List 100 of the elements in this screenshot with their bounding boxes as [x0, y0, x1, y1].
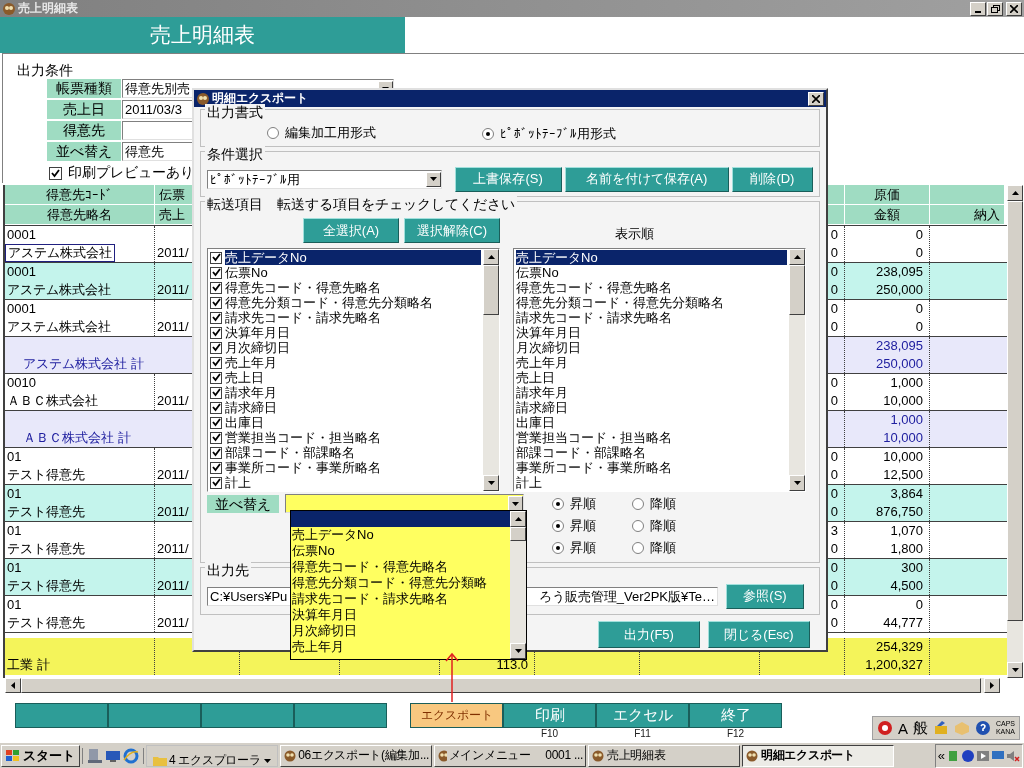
table-cell-text: 01: [6, 485, 23, 503]
table-cell-text: テスト得意先: [6, 577, 86, 595]
table-cell-text: 1,070: [889, 522, 924, 540]
table-cell-text: 300: [900, 559, 924, 577]
radio-label: 降順: [650, 494, 676, 513]
table-cell-text: 01: [6, 448, 23, 466]
table-cell-text: 0: [829, 263, 839, 281]
table-cell-text: 0: [829, 244, 839, 262]
table-cell-text: 0: [914, 300, 924, 318]
table-cell-text: 0001: [6, 263, 37, 281]
section-heading: 出力条件: [17, 62, 74, 78]
table-cell-text: 01: [6, 522, 23, 540]
group-title: 条件選択: [205, 146, 265, 162]
table-cell-text: 4,500: [889, 577, 924, 595]
table-cell-text: 1,000: [889, 411, 924, 429]
table-cell-text: 10,000: [882, 392, 924, 410]
table-cell-text: 2011/: [156, 318, 190, 336]
table-cell-text: 0: [829, 540, 839, 558]
table-cell-text: 0: [829, 466, 839, 484]
table-cell-text: 0: [914, 226, 924, 244]
radio-label: 昇順: [570, 517, 596, 535]
table-cell-text: 0: [829, 448, 839, 466]
table-cell-text: 0001: [6, 300, 37, 318]
table-cell-text: 2011/: [156, 244, 190, 262]
table-cell-text: 0: [829, 485, 839, 503]
table-cell-text: 12,500: [882, 466, 924, 484]
table-cell-text: 238,095: [875, 337, 924, 355]
table-cell-text: 10,000: [882, 429, 924, 447]
table-cell-text: アステム株式会社 計: [22, 355, 145, 373]
table-cell-text: 工業 計: [6, 656, 51, 674]
table-cell-text: 0: [829, 392, 839, 410]
checkbox-label: 印刷プレビューあり: [68, 164, 194, 182]
table-cell-text: 0: [829, 503, 839, 521]
key-label: F11: [634, 728, 651, 739]
table-cell-text: 0: [829, 596, 839, 614]
table-cell-text: 113.0: [495, 656, 529, 674]
radio-label: 編集加工用形式: [285, 124, 376, 142]
table-cell-text: 2011/: [156, 540, 190, 558]
table-cell-text: アステム株式会社: [6, 281, 112, 299]
table-cell-text: 254,329: [875, 638, 924, 656]
table-cell-text: 250,000: [875, 355, 924, 373]
dialog-title: 明細エクスポート: [212, 90, 308, 105]
table-cell-text: 250,000: [875, 281, 924, 299]
key-label: F12: [726, 728, 745, 739]
column-header: 得意先略名: [5, 205, 154, 225]
field-label: 並べ替え: [207, 494, 279, 513]
table-cell-text: 0: [914, 596, 924, 614]
table-cell-text: テスト得意先: [6, 540, 86, 558]
window-title: 売上明細表: [18, 0, 78, 17]
table-cell-text: 01: [6, 596, 23, 614]
table-cell-text: 238,095: [875, 263, 924, 281]
table-cell-text: 2011/: [156, 503, 190, 521]
table-cell-text: 3,864: [889, 485, 924, 503]
table-cell-text: 3: [829, 522, 839, 540]
column-header: 原価: [845, 185, 929, 205]
table-cell-text: アステム株式会社: [6, 318, 112, 336]
table-cell-text: 0: [829, 300, 839, 318]
column-header: 金額: [845, 205, 929, 225]
table-cell-text: テスト得意先: [6, 466, 86, 484]
table-cell-text: 876,750: [875, 503, 924, 521]
table-cell-text: 44,777: [882, 614, 924, 632]
table-cell-text: 0: [829, 614, 839, 632]
column-header: 得意先ｺｰﾄﾞ: [5, 185, 154, 205]
table-cell-text: ＡＢＣ株式会社 計: [22, 429, 132, 447]
table-cell-text: 0: [829, 559, 839, 577]
group-title: 出力先: [205, 562, 251, 578]
table-cell-text: 1,800: [889, 540, 924, 558]
table-cell-text: 2011/: [156, 281, 190, 299]
table-cell-text: 2011/: [156, 614, 190, 632]
table-cell-text: 0: [829, 577, 839, 595]
radio-label: 昇順: [570, 495, 596, 513]
table-cell-text: 0: [829, 374, 839, 392]
table-cell-text: 0: [829, 281, 839, 299]
table-cell-text: 10,000: [882, 448, 924, 466]
field-label: 売上日: [47, 100, 121, 119]
table-cell-text: 01: [6, 559, 23, 577]
table-cell-text: 0001: [6, 226, 37, 244]
key-label: F10: [540, 728, 559, 739]
table-cell-text: 1,200,327: [864, 656, 924, 674]
page-title: 売上明細表: [0, 17, 405, 53]
table-cell-text: 0: [914, 244, 924, 262]
field-label: 得意先: [47, 121, 121, 140]
group-title: 転送項目 転送する項目をチェックしてください: [205, 196, 517, 212]
table-cell: アステム株式会社: [5, 244, 115, 262]
field-label: 並べ替え: [47, 142, 121, 161]
field-label: 帳票種類: [47, 79, 121, 98]
column-header: 納入: [930, 205, 1004, 225]
radio-label: ﾋﾟﾎﾞｯﾄﾃｰﾌﾞﾙ用形式: [500, 125, 616, 143]
table-cell-text: テスト得意先: [6, 614, 86, 632]
table-cell-text: 0: [829, 318, 839, 336]
table-cell-text: 0010: [6, 374, 37, 392]
table-cell-text: ＡＢＣ株式会社: [6, 392, 99, 410]
list-title: 表示順: [615, 225, 654, 243]
group-title: 出力書式: [205, 104, 265, 120]
table-cell-text: 2011/: [156, 577, 190, 595]
radio-label: 昇順: [570, 539, 596, 557]
table-cell-text: 2011/: [156, 392, 190, 410]
radio-label: 降順: [650, 538, 676, 557]
table-cell-text: 1,000: [889, 374, 924, 392]
table-cell-text: 2011/: [156, 466, 190, 484]
